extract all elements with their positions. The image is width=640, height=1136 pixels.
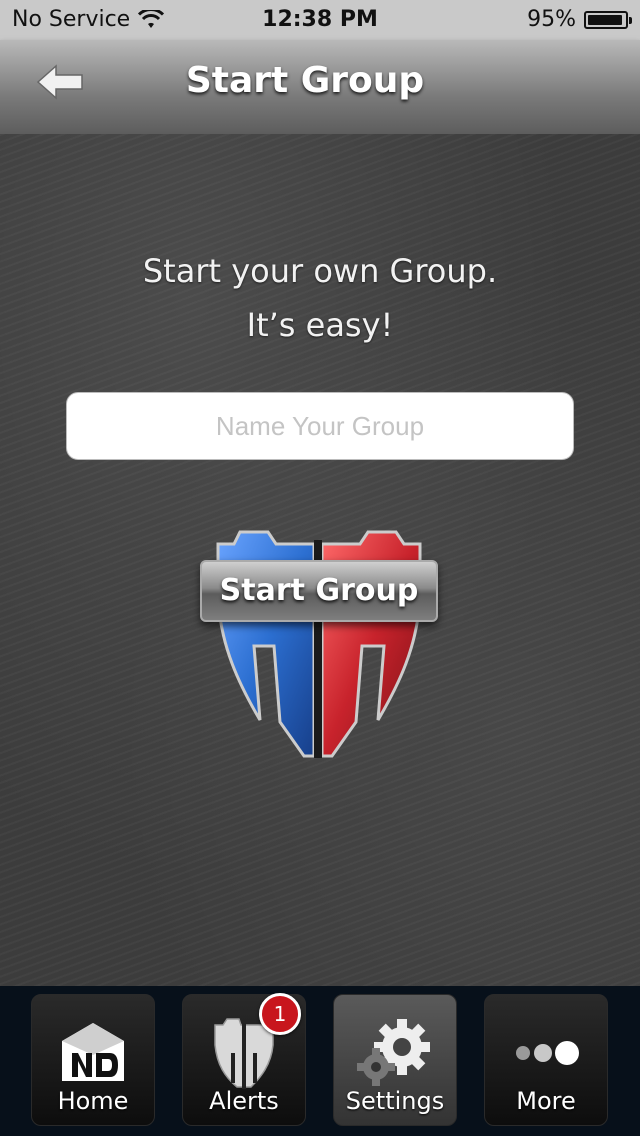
battery-group: 95% bbox=[527, 7, 632, 32]
gear-icon bbox=[357, 1019, 430, 1086]
tab-settings[interactable]: Settings bbox=[333, 994, 457, 1126]
headline-line-2: It’s easy! bbox=[246, 306, 394, 344]
tab-settings-label: Settings bbox=[345, 1087, 445, 1115]
status-bar: No Service 12:38 PM 95% bbox=[0, 0, 640, 40]
tab-home-label: Home bbox=[57, 1087, 129, 1115]
tab-more[interactable]: More bbox=[484, 994, 608, 1126]
battery-percent: 95% bbox=[527, 7, 576, 32]
tab-alerts[interactable]: 1 Alerts bbox=[182, 993, 306, 1126]
headline-line-1: Start your own Group. bbox=[142, 252, 498, 290]
headline: Start your own Group. It’s easy! bbox=[0, 244, 640, 352]
tab-home[interactable]: Home bbox=[31, 994, 155, 1126]
group-name-input[interactable] bbox=[66, 392, 574, 460]
nav-bar: Start Group bbox=[0, 40, 640, 134]
start-group-button[interactable]: Start Group bbox=[200, 560, 438, 622]
main-content: Start your own Group. It’s easy! Name Yo… bbox=[0, 134, 640, 986]
home-icon bbox=[62, 1023, 124, 1081]
battery-icon bbox=[584, 10, 632, 29]
alerts-badge: 1 bbox=[259, 993, 301, 1035]
battery-fill bbox=[588, 14, 623, 25]
tab-alerts-label: Alerts bbox=[209, 1087, 279, 1115]
tab-more-label: More bbox=[516, 1087, 576, 1115]
more-dots-icon bbox=[516, 1041, 579, 1065]
page-title: Start Group bbox=[185, 60, 425, 101]
tab-bar: Home 1 Alerts Settings More bbox=[0, 986, 640, 1136]
